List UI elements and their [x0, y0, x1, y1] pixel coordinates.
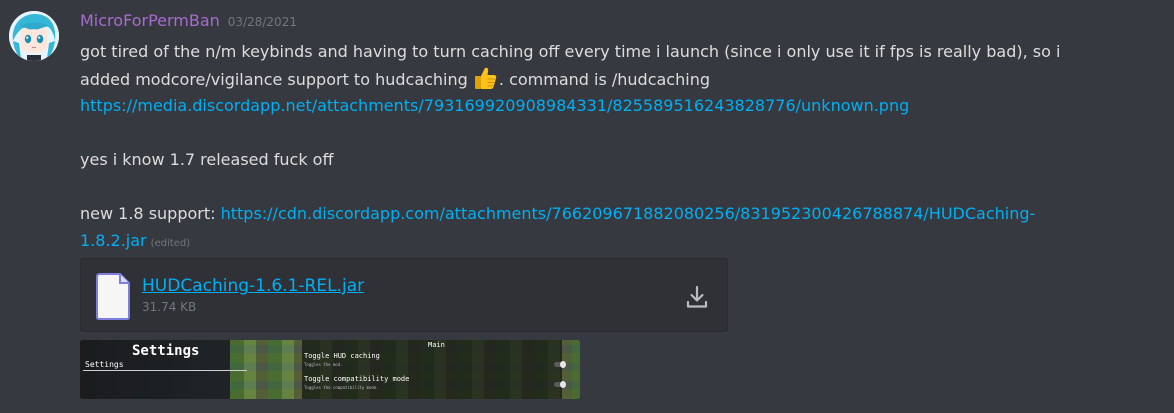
thumbs-up-icon[interactable] [473, 65, 499, 91]
message-header: MicroForPermBan 03/28/2021 [80, 11, 297, 35]
chat-message: MicroForPermBan 03/28/2021 got tired of … [0, 0, 1174, 413]
timestamp[interactable]: 03/28/2021 [228, 15, 297, 29]
preview-option-2: Toggle compatibility mode [304, 375, 410, 383]
preview-option-1: Toggle HUD caching [304, 352, 380, 360]
file-icon [96, 273, 130, 320]
preview-toggle-1 [554, 361, 566, 368]
message-content: got tired of the n/m keybinds and having… [80, 38, 1150, 254]
file-name-link[interactable]: HUDCaching-1.6.1-REL.jar [142, 276, 364, 296]
message-line-4: yes i know 1.7 released fuck off [80, 150, 334, 169]
message-line-1: got tired of the n/m keybinds and having… [80, 42, 1061, 61]
message-line-3: https://media.discordapp.net/attachments… [80, 92, 1150, 119]
username[interactable]: MicroForPermBan [80, 11, 220, 30]
preview-option-2-desc: Toggles the compatibility mode. [304, 385, 379, 390]
file-attachment: HUDCaching-1.6.1-REL.jar 31.74 KB [80, 258, 728, 332]
message-line-5: new 1.8 support: https://cdn.discordapp.… [80, 200, 1150, 227]
edited-label[interactable]: (edited) [151, 238, 191, 249]
preview-nav-item: Settings [85, 360, 124, 369]
jar-link-continued[interactable]: 1.8.2.jar [80, 231, 147, 250]
avatar-image [9, 11, 59, 61]
preview-toggle-2 [554, 381, 566, 388]
message-line-2: added modcore/vigilance support to hudca… [80, 65, 1150, 92]
download-icon[interactable] [684, 284, 710, 310]
preview-settings-title: Settings [132, 343, 200, 359]
preview-divider [83, 370, 247, 371]
image-link[interactable]: https://media.discordapp.net/attachments… [80, 96, 909, 115]
image-preview[interactable]: Settings Settings Main Toggle HUD cachin… [80, 340, 580, 399]
preview-category: Main [428, 341, 445, 349]
jar-link[interactable]: https://cdn.discordapp.com/attachments/7… [221, 204, 1036, 223]
message-line-2-text: added modcore/vigilance support to hudca… [80, 70, 473, 89]
support-label: new 1.8 support: [80, 204, 221, 223]
message-line-2-suffix: . command is /hudcaching [498, 70, 710, 89]
file-size: 31.74 KB [142, 300, 197, 314]
preview-option-1-desc: Toggles the mod. [304, 362, 343, 367]
message-line-6: 1.8.2.jar (edited) [80, 227, 1150, 254]
avatar[interactable] [9, 11, 59, 61]
